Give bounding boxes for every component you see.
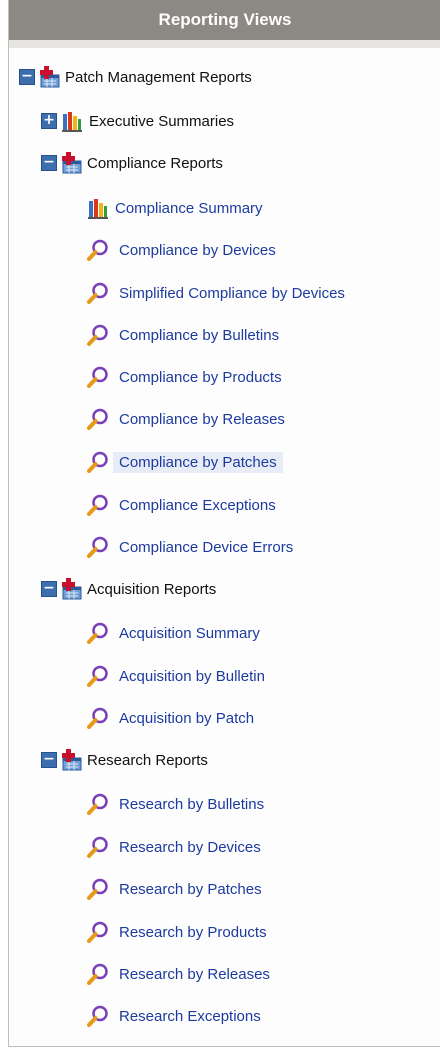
report-link-label[interactable]: Acquisition by Bulletin — [119, 668, 265, 685]
report-link-label[interactable]: Acquisition Summary — [119, 625, 260, 642]
report-link-acquisition-by-patch[interactable]: Acquisition by Patch — [87, 703, 254, 733]
report-link-simplified-compliance-by-devices[interactable]: Simplified Compliance by Devices — [87, 278, 345, 308]
report-link-label[interactable]: Research by Devices — [119, 839, 261, 856]
magnifier-icon — [87, 451, 109, 473]
report-link-label[interactable]: Acquisition by Patch — [119, 710, 254, 727]
collapse-toggle-icon[interactable]: − — [41, 581, 57, 597]
report-link-label[interactable]: Compliance by Devices — [119, 242, 276, 259]
report-link-research-by-releases[interactable]: Research by Releases — [87, 959, 270, 989]
magnifier-icon — [87, 239, 109, 261]
header-divider — [9, 40, 440, 48]
magnifier-icon — [87, 707, 109, 729]
tree-node-label[interactable]: Research Reports — [87, 752, 208, 769]
magnifier-icon — [87, 536, 109, 558]
bar-chart-icon — [87, 197, 109, 219]
tree-node-label[interactable]: Patch Management Reports — [65, 69, 252, 86]
report-link-research-exceptions[interactable]: Research Exceptions — [87, 1001, 261, 1031]
report-link-label[interactable]: Research by Patches — [119, 881, 262, 898]
report-link-acquisition-by-bulletin[interactable]: Acquisition by Bulletin — [87, 661, 265, 691]
folder-plus-icon — [39, 65, 61, 89]
tree-node-label[interactable]: Executive Summaries — [89, 113, 234, 130]
report-link-label[interactable]: Research Exceptions — [119, 1008, 261, 1025]
magnifier-icon — [87, 878, 109, 900]
collapse-toggle-icon[interactable]: − — [41, 752, 57, 768]
magnifier-icon — [87, 963, 109, 985]
reporting-views-panel: Reporting Views − Patch Management Repor… — [8, 0, 440, 1047]
collapse-toggle-icon[interactable]: − — [19, 69, 35, 85]
magnifier-icon — [87, 836, 109, 858]
report-link-acquisition-summary[interactable]: Acquisition Summary — [87, 618, 260, 648]
bar-chart-icon — [61, 110, 83, 132]
report-link-label[interactable]: Compliance by Products — [119, 369, 282, 386]
report-link-label[interactable]: Research by Bulletins — [119, 796, 264, 813]
magnifier-icon — [87, 408, 109, 430]
report-link-research-by-bulletins[interactable]: Research by Bulletins — [87, 789, 264, 819]
report-link-label[interactable]: Compliance Exceptions — [119, 497, 276, 514]
tree-node-compliance-reports[interactable]: − Compliance Reports — [41, 148, 223, 178]
report-link-label[interactable]: Compliance Device Errors — [119, 539, 293, 556]
report-link-compliance-by-patches[interactable]: Compliance by Patches — [87, 447, 283, 477]
tree-node-research-reports[interactable]: − Research Reports — [41, 745, 208, 775]
report-link-research-by-products[interactable]: Research by Products — [87, 917, 267, 947]
report-link-label[interactable]: Simplified Compliance by Devices — [119, 285, 345, 302]
magnifier-icon — [87, 366, 109, 388]
panel-title: Reporting Views — [9, 0, 440, 40]
report-link-label[interactable]: Research by Releases — [119, 966, 270, 983]
report-link-compliance-summary[interactable]: Compliance Summary — [87, 193, 263, 223]
magnifier-icon — [87, 921, 109, 943]
magnifier-icon — [87, 494, 109, 516]
folder-plus-icon — [61, 577, 83, 601]
report-link-label[interactable]: Compliance by Patches — [113, 451, 283, 473]
report-link-label[interactable]: Compliance by Releases — [119, 411, 285, 428]
report-link-compliance-by-devices[interactable]: Compliance by Devices — [87, 235, 276, 265]
report-link-label[interactable]: Compliance by Bulletins — [119, 327, 279, 344]
report-link-compliance-by-releases[interactable]: Compliance by Releases — [87, 404, 285, 434]
tree-node-executive-summaries[interactable]: + Executive Summaries — [41, 106, 234, 136]
magnifier-icon — [87, 282, 109, 304]
tree-node-patch-management-reports[interactable]: − Patch Management Reports — [19, 62, 252, 92]
magnifier-icon — [87, 622, 109, 644]
report-link-label[interactable]: Compliance Summary — [115, 200, 263, 217]
report-link-research-by-patches[interactable]: Research by Patches — [87, 874, 262, 904]
folder-plus-icon — [61, 151, 83, 175]
report-link-compliance-by-bulletins[interactable]: Compliance by Bulletins — [87, 320, 279, 350]
report-link-label[interactable]: Research by Products — [119, 924, 267, 941]
report-link-compliance-by-products[interactable]: Compliance by Products — [87, 362, 282, 392]
tree-node-acquisition-reports[interactable]: − Acquisition Reports — [41, 574, 216, 604]
expand-toggle-icon[interactable]: + — [41, 113, 57, 129]
magnifier-icon — [87, 665, 109, 687]
report-link-research-by-devices[interactable]: Research by Devices — [87, 832, 261, 862]
report-link-compliance-exceptions[interactable]: Compliance Exceptions — [87, 490, 276, 520]
report-link-compliance-device-errors[interactable]: Compliance Device Errors — [87, 532, 293, 562]
folder-plus-icon — [61, 748, 83, 772]
magnifier-icon — [87, 1005, 109, 1027]
magnifier-icon — [87, 793, 109, 815]
magnifier-icon — [87, 324, 109, 346]
collapse-toggle-icon[interactable]: − — [41, 155, 57, 171]
tree-node-label[interactable]: Compliance Reports — [87, 155, 223, 172]
tree-node-label[interactable]: Acquisition Reports — [87, 581, 216, 598]
